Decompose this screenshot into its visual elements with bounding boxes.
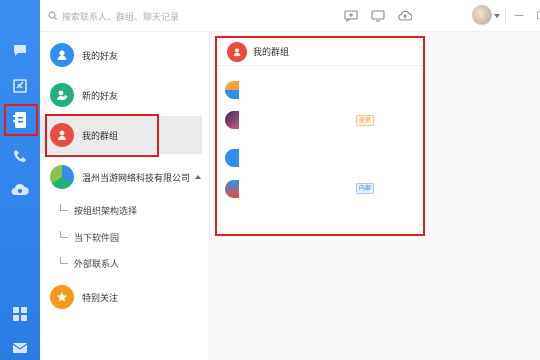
tag-all-members: 全员 [356,115,375,126]
contact-list-panel: 我的好友 新的好友 我的群组 温州当游网络科技有限公司 按组织架构选择 当下软件… [40,32,210,360]
search-placeholder: 搜索联系人、群组、聊天记录 [62,12,180,23]
phone-icon[interactable] [8,144,32,168]
sub-item-park[interactable]: 当下软件园 [60,227,119,247]
nav-item-label: 温州当游网络科技有限公司 [82,173,191,184]
cloud-icon[interactable] [8,178,32,202]
group-avatar[interactable] [225,180,239,198]
nav-item-organization[interactable]: 温州当游网络科技有限公司 [40,158,202,196]
screen-share-icon[interactable] [370,8,386,24]
nav-item-friends[interactable]: 我的好友 [40,36,202,74]
tools-icon[interactable] [8,74,32,98]
maximize-button[interactable]: ▢ [534,9,540,23]
group-icon [227,41,247,62]
sub-item-label: 按组织架构选择 [74,206,138,217]
minimize-button[interactable]: — [512,9,526,23]
add-person-icon [50,83,74,107]
nav-item-label: 我的好友 [82,51,119,62]
person-icon [50,43,74,67]
nav-item-new-friends[interactable]: 新的好友 [40,76,202,114]
chevron-down-icon[interactable] [494,14,500,18]
tree-branch-icon [60,230,68,238]
sub-item-external[interactable]: 外部联系人 [60,253,119,273]
sub-item-label: 外部联系人 [74,259,120,270]
divider [505,8,506,24]
popup-header: 我的群组 [217,38,423,66]
contacts-highlight-box [4,104,38,136]
tree-branch-icon [60,256,68,264]
group-avatar[interactable] [225,111,239,129]
mail-icon[interactable] [8,336,32,360]
group-avatar[interactable] [225,149,239,167]
groups-popup: 我的群组 全员 内部 [215,36,425,236]
search-icon [48,11,58,21]
new-message-icon[interactable] [343,8,359,24]
popup-title: 我的群组 [253,48,290,58]
chat-icon[interactable] [8,38,32,62]
star-icon [50,285,74,309]
cloud-upload-icon[interactable] [397,8,413,24]
tag-internal: 内部 [356,183,375,194]
left-sidebar [0,0,40,360]
nav-item-special[interactable]: 特别关注 [40,278,202,316]
nav-item-label: 特别关注 [82,293,119,304]
search-input[interactable]: 搜索联系人、群组、聊天记录 [48,8,248,24]
groups-highlight-box [45,114,159,157]
apps-grid-icon[interactable] [8,302,32,326]
company-logo-icon [50,165,74,189]
sub-item-org-structure[interactable]: 按组织架构选择 [60,200,137,220]
nav-item-label: 新的好友 [82,91,119,102]
sub-item-label: 当下软件园 [74,233,120,244]
group-avatar[interactable] [225,81,239,99]
top-bar: 搜索联系人、群组、聊天记录 — ▢ ✕ [40,0,540,32]
user-avatar[interactable] [472,5,492,25]
tree-branch-icon [60,203,68,211]
chevron-up-icon[interactable] [195,175,202,179]
